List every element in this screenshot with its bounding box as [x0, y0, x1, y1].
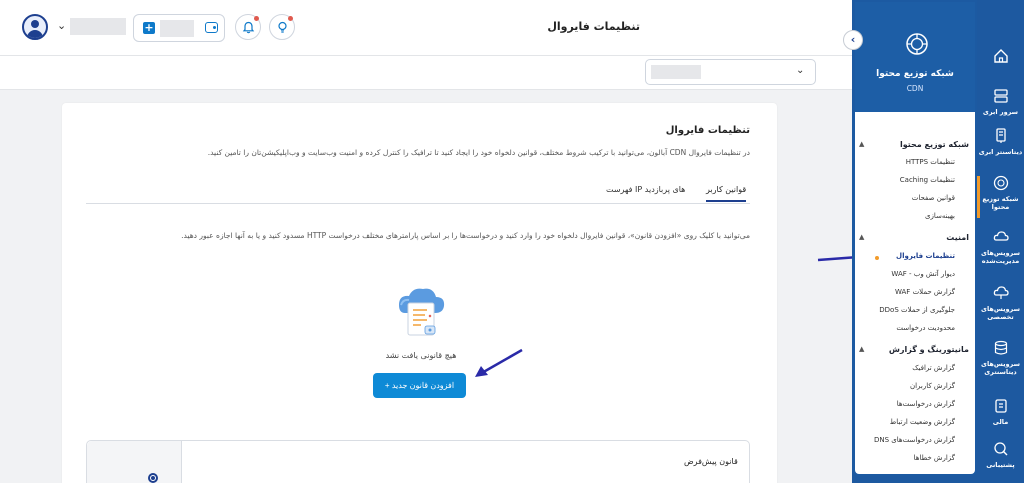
rail-finance[interactable]: مالی	[977, 398, 1024, 426]
rail-home[interactable]	[977, 48, 1024, 68]
sidebar-item-firewall[interactable]: تنظیمات فایروال	[859, 252, 955, 260]
card-description: در تنظیمات فایروال CDN آبالون، می‌توانید…	[207, 148, 750, 157]
rail-support[interactable]: پشتیبانی	[977, 441, 1024, 469]
service-title: شبکه توزیع محتوا	[876, 69, 954, 79]
support-icon	[993, 442, 1007, 456]
card-title: تنظیمات فایروال	[665, 125, 750, 136]
section-monitoring[interactable]: ▲ مانیتورینگ و گزارش	[859, 345, 969, 354]
default-rule-title: قانون پیش‌فرض	[684, 457, 738, 466]
lightbulb-icon	[278, 21, 287, 33]
sidebar-item-ddos[interactable]: جلوگیری از حملات DDoS	[859, 306, 955, 314]
sidebar-item-connection-report[interactable]: گزارش وضعیت ارتباط	[859, 418, 955, 426]
page-title: تنظیمات فایروال	[547, 20, 640, 33]
rail-datacenter-services[interactable]: سرویس‌های دیتاسنتری	[977, 340, 1024, 377]
cdn-globe-icon	[906, 33, 928, 55]
rail-cloud-datacenter[interactable]: دیتاسنتر ابری	[977, 128, 1024, 156]
notification-button[interactable]	[235, 14, 261, 40]
empty-state-text: هیچ قانونی یافت نشد	[385, 351, 457, 360]
sidebar-item-waf[interactable]: دیوار آتش وب - WAF	[859, 270, 955, 278]
sidebar-item-page-rules[interactable]: قوانین صفحات	[859, 194, 955, 202]
default-rule-panel: قانون پیش‌فرض	[86, 440, 750, 483]
firewall-card: تنظیمات فایروال در تنظیمات فایروال CDN آ…	[62, 103, 777, 483]
cloud-service-icon	[993, 286, 1009, 299]
sidebar-item-optimization[interactable]: بهینه‌سازی	[859, 212, 955, 220]
default-rule-radio[interactable]	[148, 473, 158, 483]
rail-managed-services[interactable]: سرویس‌های مدیریت‌شده	[977, 229, 1024, 266]
service-header: شبکه توزیع محتوا CDN	[855, 2, 975, 112]
user-name-redacted	[70, 18, 126, 35]
sidebar-item-dns-report[interactable]: گزارش درخواست‌های DNS	[859, 436, 955, 444]
section-security[interactable]: ▲ امنیت	[859, 233, 969, 242]
sidebar-item-users-report[interactable]: گزارش کاربران	[859, 382, 955, 390]
domain-name-redacted	[651, 65, 701, 79]
top-bar: ⌄ + تنظیمات فایروال	[0, 0, 852, 56]
user-avatar-icon[interactable]	[22, 14, 48, 40]
datacenter-icon	[995, 128, 1006, 143]
wallet-icon[interactable]	[205, 22, 218, 33]
empty-rules-illustration-icon	[399, 288, 445, 336]
sidebar-item-waf-report[interactable]: گزارش حملات WAF	[859, 288, 955, 296]
add-rule-button[interactable]: + افزودن قانون جدید	[373, 373, 466, 398]
notification-dot	[254, 16, 259, 21]
domain-bar: ⌄	[0, 56, 852, 90]
service-sidebar: شبکه توزیع محتوا CDN ▲ شبکه توزیع محتوا ت…	[853, 0, 977, 476]
default-rule-option	[87, 441, 182, 483]
cdn-icon	[993, 175, 1008, 191]
sidebar-item-errors-report[interactable]: گزارش خطاها	[859, 454, 955, 462]
collapse-sidebar-button[interactable]: ‹	[843, 30, 863, 50]
domain-select[interactable]: ⌄	[645, 59, 816, 85]
sidebar-item-rate-limit[interactable]: محدودیت درخواست	[859, 324, 955, 332]
plus-square-icon[interactable]: +	[143, 22, 155, 34]
bell-icon	[242, 21, 255, 34]
chevron-down-icon[interactable]: ⌄	[57, 19, 66, 32]
tab-bar: قوانین کاربر فهرست IP های پربازدید	[86, 180, 750, 204]
quick-actions-group[interactable]: +	[133, 14, 225, 42]
sidebar-item-https[interactable]: تنظیمات HTTPS	[859, 158, 955, 166]
server-icon	[993, 89, 1008, 103]
caret-icon: ▲	[859, 345, 865, 353]
home-icon	[993, 49, 1008, 63]
chevron-down-icon: ⌄	[796, 65, 805, 76]
caret-icon: ▲	[859, 233, 865, 241]
database-icon	[994, 340, 1007, 355]
sidebar-item-requests-report[interactable]: گزارش درخواست‌ها	[859, 400, 955, 408]
service-subtitle: CDN	[906, 84, 924, 93]
main-rail: سرور ابری دیتاسنتر ابری شبکه توزیع محتوا…	[977, 0, 1024, 483]
rail-cdn[interactable]: شبکه توزیع محتوا	[977, 175, 1024, 212]
rules-description: می‌توانید با کلیک روی «افزودن قانون»، قو…	[181, 231, 750, 240]
section-cdn[interactable]: ▲ شبکه توزیع محتوا	[859, 140, 969, 149]
rail-cloud-server[interactable]: سرور ابری	[977, 88, 1024, 116]
sidebar-item-caching[interactable]: تنظیمات Caching	[859, 176, 955, 184]
rail-specialized-services[interactable]: سرویس‌های تخصصی	[977, 285, 1024, 322]
tips-dot	[288, 16, 293, 21]
tab-user-rules[interactable]: قوانین کاربر	[706, 185, 747, 202]
tab-top-ips[interactable]: فهرست IP های پربازدید	[606, 185, 685, 194]
caret-icon: ▲	[859, 140, 865, 148]
tips-button[interactable]	[269, 14, 295, 40]
sidebar-item-traffic-report[interactable]: گزارش ترافیک	[859, 364, 955, 372]
cloud-gear-icon	[993, 231, 1009, 241]
balance-redacted	[160, 20, 194, 37]
finance-icon	[994, 399, 1007, 413]
